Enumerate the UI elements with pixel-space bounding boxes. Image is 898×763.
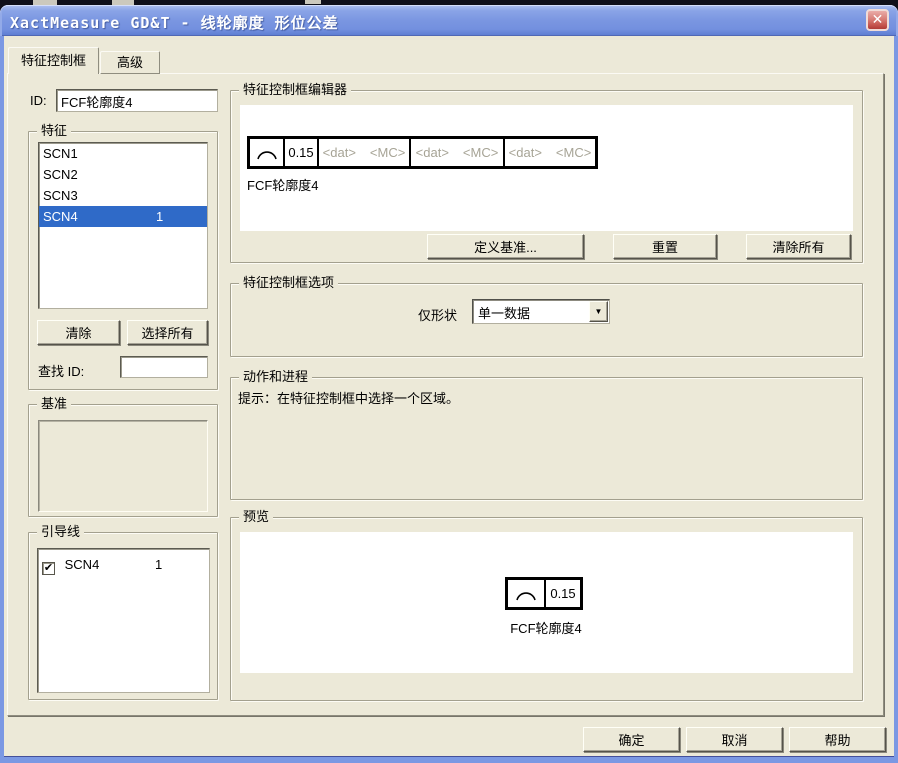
tolerance-value: 0.15 [288, 145, 313, 160]
actions-group-title: 动作和进程 [239, 369, 312, 385]
preview-fcf-frame: 0.15 [505, 577, 583, 610]
dropdown-selected-value: 单一数据 [478, 306, 530, 321]
close-button[interactable]: ✕ [866, 9, 889, 31]
help-button[interactable]: 帮助 [789, 727, 886, 752]
mc-placeholder[interactable]: <MC> [463, 145, 498, 160]
feature-name: SCN4 [43, 209, 78, 224]
fcf-datum-cell-3[interactable]: <dat> <MC> [503, 139, 595, 166]
leader-value: 1 [155, 554, 162, 575]
fcf-tolerance-cell[interactable]: 0.15 [283, 139, 317, 166]
feature-name: SCN1 [43, 146, 78, 161]
preview-tolerance-cell: 0.15 [544, 580, 580, 607]
define-datum-label: 定义基准... [474, 237, 537, 256]
fcf-editor-caption: FCF轮廓度4 [247, 175, 319, 194]
list-item[interactable]: SCN1 [39, 143, 207, 164]
profile-of-line-icon [513, 586, 539, 601]
reset-label: 重置 [652, 237, 678, 256]
fcf-datum-cell-1[interactable]: <dat> <MC> [317, 139, 409, 166]
profile-of-line-icon [254, 145, 280, 160]
fcf-editor-group-title: 特征控制框编辑器 [239, 82, 351, 98]
feature-group-title: 特征 [37, 123, 71, 139]
fcf-options-group-title: 特征控制框选项 [239, 275, 338, 291]
checkbox-checked-icon[interactable]: ✔ [42, 562, 55, 575]
datum-panel [38, 420, 208, 512]
clear-button[interactable]: 清除 [37, 320, 120, 345]
feature-name: SCN2 [43, 167, 78, 182]
fcf-datum-cell-2[interactable]: <dat> <MC> [409, 139, 503, 166]
find-id-label: 查找 ID: [38, 361, 84, 380]
preview-caption: FCF轮廓度4 [471, 618, 621, 637]
ok-label: 确定 [618, 730, 644, 749]
feature-list[interactable]: SCN1 SCN2 SCN3 SCN4 1 [38, 142, 208, 309]
chevron-down-icon: ▼ [595, 307, 603, 316]
select-all-button[interactable]: 选择所有 [127, 320, 208, 345]
tolerance-value: 0.15 [550, 586, 575, 601]
cancel-button[interactable]: 取消 [686, 727, 783, 752]
clear-all-label: 清除所有 [772, 237, 824, 256]
list-item-selected[interactable]: SCN4 1 [39, 206, 207, 227]
window-title: XactMeasure GD&T - 线轮廓度 形位公差 [10, 12, 339, 33]
dat-placeholder[interactable]: <dat> [323, 145, 356, 160]
feature-value: 1 [156, 206, 163, 227]
fcf-editor-frame[interactable]: 0.15 <dat> <MC> <dat> <MC> <dat> <MC> [247, 136, 598, 169]
tab-feature-control-frame[interactable]: 特征控制框 [8, 47, 99, 74]
cancel-label: 取消 [721, 730, 747, 749]
define-datum-button[interactable]: 定义基准... [427, 234, 584, 259]
close-icon: ✕ [872, 11, 884, 27]
leader-name: SCN4 [65, 557, 100, 572]
feature-name: SCN3 [43, 188, 78, 203]
dropdown-arrow-button[interactable]: ▼ [589, 301, 608, 322]
mc-placeholder[interactable]: <MC> [370, 145, 405, 160]
reset-button[interactable]: 重置 [613, 234, 717, 259]
clear-all-button[interactable]: 清除所有 [746, 234, 851, 259]
dat-placeholder[interactable]: <dat> [509, 145, 542, 160]
clear-button-label: 清除 [65, 323, 91, 342]
background-fragment [305, 0, 321, 4]
action-hint-text: 提示：在特征控制框中选择一个区域。 [238, 388, 459, 407]
titlebar[interactable]: XactMeasure GD&T - 线轮廓度 形位公差 ✕ [0, 5, 898, 36]
preview-symbol-cell [508, 580, 544, 607]
dialog-window: XactMeasure GD&T - 线轮廓度 形位公差 ✕ 特征控制框 高级 … [0, 0, 898, 763]
tab-label: 高级 [117, 55, 143, 70]
tab-label: 特征控制框 [21, 53, 86, 68]
id-input[interactable]: FCF轮廓度4 [56, 89, 218, 112]
list-item[interactable]: SCN3 [39, 185, 207, 206]
form-only-label: 仅形状 [418, 305, 457, 324]
leader-line-list[interactable]: ✔ SCN4 1 [37, 548, 210, 693]
find-id-input[interactable] [120, 356, 208, 378]
leader-line-group-title: 引导线 [37, 524, 84, 540]
preview-group-title: 预览 [239, 509, 273, 525]
leader-list-item[interactable]: ✔ SCN4 1 [38, 554, 209, 575]
mc-placeholder[interactable]: <MC> [556, 145, 591, 160]
dat-placeholder[interactable]: <dat> [416, 145, 449, 160]
select-all-button-label: 选择所有 [141, 323, 193, 342]
ok-button[interactable]: 确定 [583, 727, 680, 752]
fcf-symbol-cell[interactable] [250, 139, 283, 166]
list-item[interactable]: SCN2 [39, 164, 207, 185]
tab-advanced[interactable]: 高级 [100, 51, 160, 74]
datum-group-title: 基准 [37, 396, 71, 412]
help-label: 帮助 [824, 730, 850, 749]
id-label: ID: [30, 93, 47, 108]
